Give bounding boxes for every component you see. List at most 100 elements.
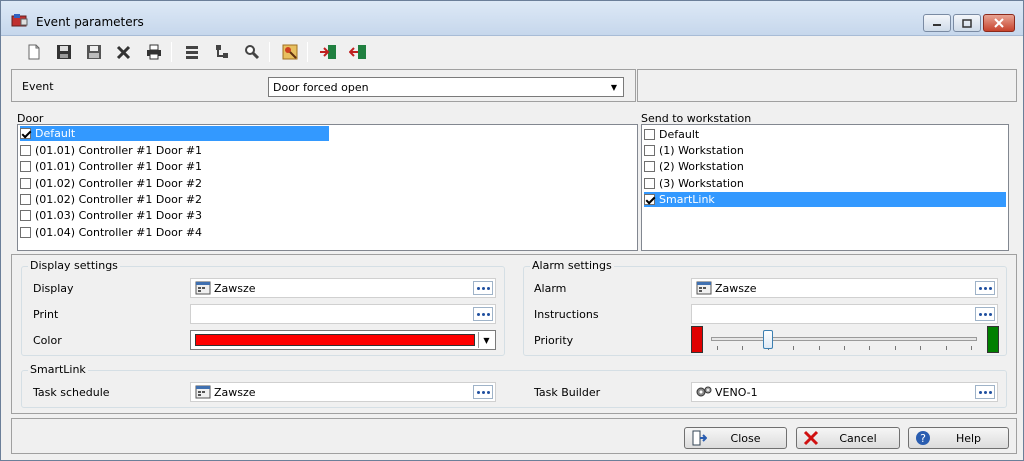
task-builder-browse-button[interactable] — [975, 385, 995, 399]
door-list[interactable]: Default (01.01) Controller #1 Door #1 (0… — [17, 124, 638, 251]
list-item[interactable]: SmartLink — [644, 192, 1006, 207]
new-button[interactable] — [23, 41, 45, 63]
alarm-field[interactable]: Zawsze — [691, 278, 998, 298]
dialog-button-bar: Close Cancel ? Help — [11, 418, 1017, 454]
window-title: Event parameters — [36, 15, 144, 29]
chevron-down-icon[interactable]: ▼ — [607, 80, 621, 94]
display-settings-title: Display settings — [28, 259, 120, 272]
tree-button[interactable] — [211, 41, 233, 63]
save-as-button[interactable] — [83, 41, 105, 63]
search-icon — [245, 45, 260, 60]
cancel-button[interactable]: Cancel — [796, 427, 900, 449]
slider-tick — [945, 346, 947, 350]
list-item[interactable]: Default — [20, 126, 329, 141]
wizard-button[interactable] — [279, 41, 301, 63]
list-item[interactable]: (01.02) Controller #1 Door #2 — [20, 176, 202, 191]
list-item[interactable]: (3) Workstation — [644, 176, 744, 191]
search-button[interactable] — [241, 41, 263, 63]
checkbox[interactable] — [20, 194, 31, 205]
event-select[interactable]: Door forced open ▼ — [268, 77, 624, 97]
save-icon — [57, 45, 71, 59]
color-label: Color — [33, 334, 62, 347]
task-schedule-field[interactable]: Zawsze — [190, 382, 496, 402]
checkbox[interactable] — [20, 178, 31, 189]
list-icon — [186, 46, 198, 59]
slider-tick — [818, 346, 820, 350]
event-parameters-window: Event parameters Event Door forced open … — [0, 0, 1024, 461]
task-schedule-value: Zawsze — [214, 385, 256, 399]
slider-tick — [793, 346, 795, 350]
instructions-field[interactable] — [691, 304, 998, 324]
priority-label: Priority — [534, 334, 574, 347]
list-item[interactable]: (01.01) Controller #1 Door #1 — [20, 159, 202, 174]
chevron-down-icon[interactable]: ▼ — [478, 332, 494, 348]
export-icon — [349, 45, 366, 59]
list-item[interactable]: (01.03) Controller #1 Door #3 — [20, 208, 202, 223]
help-button[interactable]: ? Help — [908, 427, 1009, 449]
list-item[interactable]: (01.01) Controller #1 Door #1 — [20, 143, 202, 158]
checkbox[interactable] — [644, 178, 655, 189]
checkbox[interactable] — [644, 161, 655, 172]
slider-tick — [717, 346, 718, 350]
print-icon — [147, 44, 161, 60]
priority-slider[interactable] — [709, 326, 979, 353]
print-button[interactable] — [143, 41, 165, 63]
display-browse-button[interactable] — [473, 281, 493, 295]
instructions-browse-button[interactable] — [975, 307, 995, 321]
save-button[interactable] — [53, 41, 75, 63]
checkbox[interactable] — [20, 227, 31, 238]
list-button[interactable] — [181, 41, 203, 63]
instructions-label: Instructions — [534, 308, 599, 321]
close-icon — [994, 18, 1004, 28]
checkbox[interactable] — [644, 145, 655, 156]
calendar-icon — [696, 281, 712, 295]
close-window-button[interactable] — [983, 14, 1015, 32]
list-item[interactable]: (1) Workstation — [644, 143, 744, 158]
title-bar[interactable]: Event parameters — [1, 1, 1023, 36]
checkbox[interactable] — [20, 161, 31, 172]
slider-tick — [869, 346, 871, 350]
toolbar-separator — [269, 42, 270, 62]
maximize-button[interactable] — [953, 14, 981, 32]
slider-track — [711, 337, 977, 341]
color-select[interactable]: ▼ — [190, 330, 496, 350]
list-item[interactable]: Default — [644, 127, 699, 142]
checkbox[interactable] — [20, 210, 31, 221]
minimize-icon — [933, 24, 941, 26]
workstation-list[interactable]: Default (1) Workstation (2) Workstation … — [641, 124, 1009, 251]
new-icon — [28, 44, 40, 60]
task-schedule-browse-button[interactable] — [473, 385, 493, 399]
slider-tick — [844, 346, 845, 350]
checkbox[interactable] — [20, 145, 31, 156]
toolbar-separator — [307, 42, 308, 62]
checkbox[interactable] — [644, 129, 655, 140]
app-icon — [11, 14, 28, 27]
maximize-icon — [962, 18, 972, 28]
import-button[interactable] — [317, 41, 339, 63]
export-button[interactable] — [347, 41, 369, 63]
help-button-label: Help — [955, 431, 982, 445]
alarm-browse-button[interactable] — [975, 281, 995, 295]
color-swatch — [195, 334, 475, 346]
slider-thumb[interactable] — [762, 330, 773, 349]
checkbox[interactable] — [20, 128, 31, 139]
calendar-icon — [195, 281, 211, 295]
list-item[interactable]: (2) Workstation — [644, 159, 744, 174]
list-item[interactable]: (01.04) Controller #1 Door #4 — [20, 225, 202, 240]
list-item[interactable]: (01.02) Controller #1 Door #2 — [20, 192, 202, 207]
task-builder-field[interactable]: VENO-1 — [691, 382, 998, 402]
close-button[interactable]: Close — [684, 427, 787, 449]
display-label: Display — [33, 282, 74, 295]
print-field[interactable] — [190, 304, 496, 324]
alarm-value: Zawsze — [715, 281, 757, 295]
smartlink-title: SmartLink — [28, 363, 88, 376]
event-side-panel — [637, 69, 1017, 102]
minimize-button[interactable] — [923, 14, 951, 32]
tree-icon — [216, 45, 228, 58]
checkbox[interactable] — [644, 194, 655, 205]
delete-button[interactable] — [113, 41, 135, 63]
calendar-icon — [195, 385, 211, 399]
display-field[interactable]: Zawsze — [190, 278, 496, 298]
slider-tick — [742, 346, 744, 350]
print-browse-button[interactable] — [473, 307, 493, 321]
